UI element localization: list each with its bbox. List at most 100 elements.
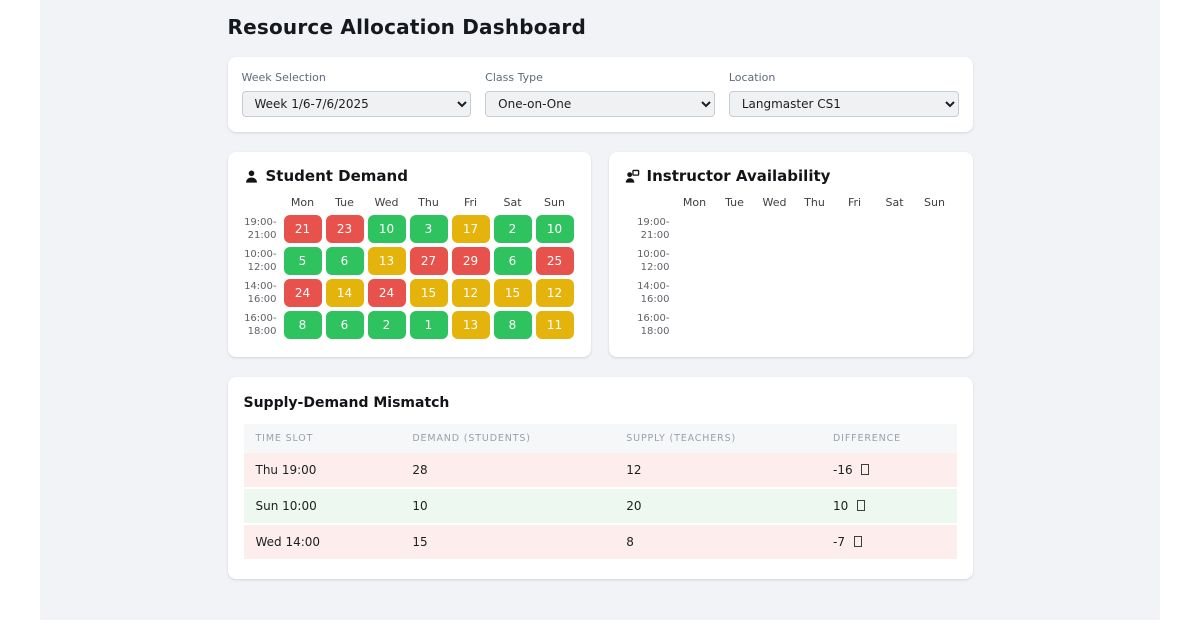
empty-cell [877,279,913,307]
demand-cell: 17 [452,215,490,243]
instructor-icon [625,169,640,184]
difference-cell: -7 [821,524,956,560]
difference-cell: -16 [821,453,956,488]
empty-cell [797,215,833,243]
demand-cell: 15 [494,279,532,307]
student-demand-title: Student Demand [266,167,408,185]
demand-cell: 24 [368,279,406,307]
demand-cell: 24 [284,279,322,307]
demand-cell: 2 [368,311,406,339]
demand-cell: 10 [536,215,574,243]
day-header: Sun [917,195,953,211]
col-demand: Demand (Students) [400,424,614,453]
empty-cell [917,215,953,243]
empty-cell [837,311,873,339]
class-type-label: Class Type [485,71,715,84]
demand-cell: 21 [284,215,322,243]
demand-cell: 27 [410,247,448,275]
time-slot-label: 10:00-12:00 [244,248,280,275]
demand-cell: 6 [326,311,364,339]
demand-cell: 13 [368,247,406,275]
demand-cell: 2 [494,215,532,243]
demand-cell: 6 [494,247,532,275]
empty-cell [797,311,833,339]
student-demand-card: Student Demand MonTueWedThuFriSatSun19:0… [228,152,591,357]
day-header: Sat [494,195,532,211]
empty-cell [717,215,753,243]
empty-cell [757,215,793,243]
student-demand-header: Student Demand [244,167,575,185]
demand-cell: 25 [536,247,574,275]
class-type-select[interactable]: One-on-One [485,91,715,117]
empty-cell [717,279,753,307]
instructor-availability-card: Instructor Availability MonTueWedThuFriS… [609,152,973,357]
time-slot-label: 19:00-21:00 [625,216,673,243]
filter-location: Location Langmaster CS1 [729,71,959,117]
day-header: Fri [837,195,873,211]
missing-glyph-icon [857,500,865,511]
empty-cell [797,279,833,307]
empty-cell [757,311,793,339]
cards-row: Student Demand MonTueWedThuFriSatSun19:0… [228,152,973,357]
empty-cell [917,247,953,275]
difference-cell: 10 [821,488,956,524]
demand-cell: 12 [452,279,490,307]
empty-cell [917,311,953,339]
day-header: Fri [452,195,490,211]
demand-cell: 12 [536,279,574,307]
empty-cell [757,247,793,275]
demand-cell: 6 [326,247,364,275]
demand-cell: 5 [284,247,322,275]
mismatch-row: Wed 14:00158-7 [244,524,957,560]
mismatch-table-head: Time Slot Demand (Students) Supply (Teac… [244,424,957,453]
empty-cell [917,279,953,307]
day-header: Thu [797,195,833,211]
filter-class-type: Class Type One-on-One [485,71,715,117]
week-selection-label: Week Selection [242,71,472,84]
demand-cell: 11 [536,311,574,339]
location-select[interactable]: Langmaster CS1 [729,91,959,117]
demand-cell: 3 [410,215,448,243]
time-slot-label: 14:00-16:00 [625,280,673,307]
supply-value-cell: 8 [614,524,821,560]
filter-week-selection: Week Selection Week 1/6-7/6/2025 [242,71,472,117]
col-supply: Supply (Teachers) [614,424,821,453]
instructor-availability-title: Instructor Availability [647,167,831,185]
empty-cell [717,311,753,339]
missing-glyph-icon [854,536,862,547]
demand-cell: 15 [410,279,448,307]
demand-value-cell: 28 [400,453,614,488]
empty-cell [677,247,713,275]
filters-card: Week Selection Week 1/6-7/6/2025 Class T… [228,57,973,132]
mismatch-card: Supply-Demand Mismatch Time Slot Demand … [228,377,973,579]
empty-cell [797,247,833,275]
empty-cell [757,279,793,307]
week-selection-select[interactable]: Week 1/6-7/6/2025 [242,91,472,117]
time-slot-label: 19:00-21:00 [244,216,280,243]
empty-cell [877,247,913,275]
time-slot-cell: Sun 10:00 [244,488,401,524]
empty-cell [837,279,873,307]
mismatch-title: Supply-Demand Mismatch [244,395,957,411]
grid-corner [244,195,280,211]
main-content: Resource Allocation Dashboard Week Selec… [228,0,973,579]
missing-glyph-icon [861,464,869,475]
day-header: Wed [757,195,793,211]
day-header: Tue [717,195,753,211]
instructor-availability-header: Instructor Availability [625,167,957,185]
day-header: Mon [677,195,713,211]
demand-cell: 8 [284,311,322,339]
day-header: Wed [368,195,406,211]
supply-value-cell: 12 [614,453,821,488]
empty-cell [677,311,713,339]
supply-value-cell: 20 [614,488,821,524]
demand-cell: 23 [326,215,364,243]
day-header: Sat [877,195,913,211]
demand-cell: 10 [368,215,406,243]
time-slot-cell: Wed 14:00 [244,524,401,560]
availability-grid: MonTueWedThuFriSatSun19:00-21:0010:00-12… [625,195,957,339]
page-title: Resource Allocation Dashboard [228,15,973,39]
empty-cell [837,215,873,243]
demand-cell: 29 [452,247,490,275]
demand-cell: 8 [494,311,532,339]
